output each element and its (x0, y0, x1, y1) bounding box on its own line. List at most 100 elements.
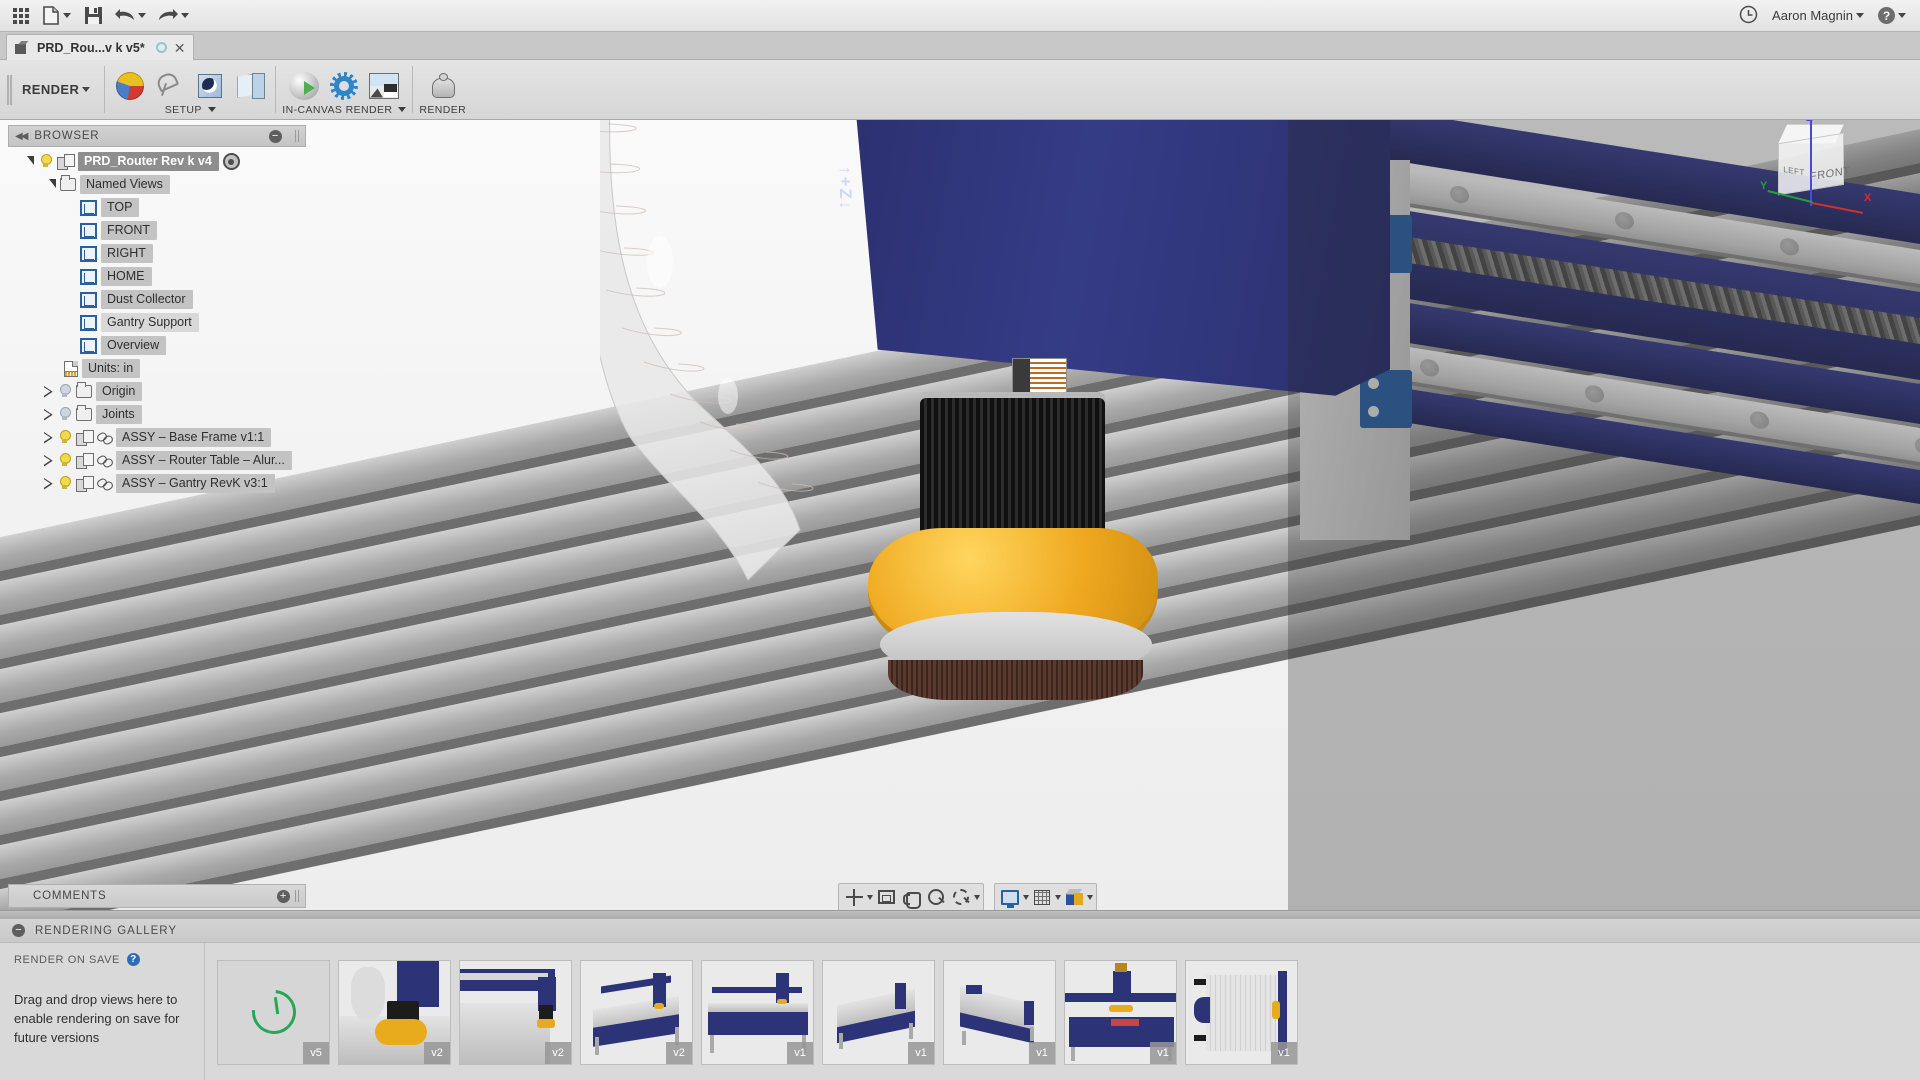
origin-label[interactable]: Origin (96, 382, 143, 401)
visibility-bulb-icon[interactable] (57, 407, 72, 422)
chevron-down-icon[interactable] (1087, 894, 1093, 900)
gallery-thumbnail[interactable]: v2 (338, 959, 451, 1065)
appearance-button[interactable] (111, 66, 149, 106)
named-view-label[interactable]: Overview (101, 336, 167, 355)
minimize-icon[interactable]: − (12, 924, 25, 937)
panel-resize-grip[interactable] (295, 890, 299, 902)
collapse-arrow-icon[interactable] (44, 386, 53, 398)
chevron-down-icon[interactable] (1055, 894, 1061, 900)
tree-component-base-frame[interactable]: ASSY – Base Frame v1:1 (8, 426, 306, 449)
named-view-label[interactable]: RIGHT (101, 244, 153, 263)
render-settings-button[interactable] (325, 66, 363, 106)
collapse-arrow-icon[interactable] (44, 432, 53, 444)
named-view-label[interactable]: Dust Collector (101, 290, 193, 309)
named-views-label[interactable]: Named Views (80, 175, 170, 194)
tree-component-gantry[interactable]: ASSY – Gantry RevK v3:1 (8, 472, 306, 495)
collapse-arrow-icon[interactable] (44, 455, 53, 467)
collapse-arrow-icon[interactable] (44, 478, 53, 490)
texture-map-controls-button[interactable] (231, 66, 269, 106)
undo-button[interactable] (110, 2, 151, 30)
units-label[interactable]: Units: in (82, 359, 141, 378)
named-view-label[interactable]: TOP (101, 198, 140, 217)
panel-resize-grip[interactable] (295, 130, 299, 142)
capture-image-button[interactable] (365, 66, 403, 106)
help-menu[interactable]: ? (1878, 7, 1906, 24)
user-menu[interactable]: Aaron Magnin (1772, 8, 1864, 23)
gallery-thumbnail[interactable]: v2 (580, 959, 693, 1065)
chevron-down-icon[interactable] (867, 894, 873, 900)
help-icon[interactable]: ? (127, 953, 140, 966)
tree-view-right[interactable]: RIGHT (8, 242, 306, 265)
comments-panel-header[interactable]: COMMENTS + (8, 884, 306, 908)
orbit-button[interactable] (842, 885, 866, 909)
apps-grid-button[interactable] (6, 2, 36, 30)
active-document-icon[interactable] (222, 153, 240, 170)
visibility-bulb-icon[interactable] (57, 384, 72, 399)
component-label[interactable]: ASSY – Router Table – Alur... (116, 451, 292, 470)
save-button[interactable] (78, 2, 108, 30)
viewports-button[interactable] (1062, 885, 1086, 909)
in-canvas-render-button[interactable] (285, 66, 323, 106)
tree-component-router-table[interactable]: ASSY – Router Table – Alur... (8, 449, 306, 472)
look-at-button[interactable] (874, 885, 898, 909)
ribbon-group-label-setup[interactable]: SETUP (165, 104, 216, 116)
grid-and-snaps-button[interactable] (1030, 885, 1054, 909)
recent-activity-button[interactable] (1739, 5, 1758, 27)
gallery-thumbnail[interactable]: v1 (943, 959, 1056, 1065)
tree-view-front[interactable]: FRONT (8, 219, 306, 242)
chevron-down-icon[interactable] (974, 894, 980, 900)
tree-view-overview[interactable]: Overview (8, 334, 306, 357)
visibility-bulb-icon[interactable] (57, 476, 72, 491)
tree-joints-node[interactable]: Joints (8, 403, 306, 426)
tree-root-label[interactable]: PRD_Router Rev k v4 (78, 152, 219, 171)
gallery-thumbnail[interactable]: v2 (459, 959, 572, 1065)
visibility-bulb-icon[interactable] (38, 154, 53, 169)
minimize-icon[interactable]: − (269, 129, 282, 143)
close-icon[interactable]: ✕ (174, 41, 186, 55)
scene-settings-button[interactable] (151, 66, 189, 106)
zoom-window-button[interactable] (949, 885, 973, 909)
decal-button[interactable] (191, 66, 229, 106)
add-comment-icon[interactable]: + (277, 889, 290, 903)
visibility-bulb-icon[interactable] (57, 453, 72, 468)
tree-units-node[interactable]: Units: in (8, 357, 306, 380)
joints-label[interactable]: Joints (96, 405, 142, 424)
workspace-switcher[interactable]: RENDER (16, 60, 104, 119)
tree-view-dust-collector[interactable]: Dust Collector (8, 288, 306, 311)
gallery-thumbnail[interactable]: v1 (1185, 959, 1298, 1065)
view-cube[interactable]: FRONT LEFT X Y Z (1758, 120, 1871, 240)
component-label[interactable]: ASSY – Base Frame v1:1 (116, 428, 272, 447)
tree-origin-node[interactable]: Origin (8, 380, 306, 403)
chevron-down-icon[interactable] (1023, 894, 1029, 900)
tree-view-top[interactable]: TOP (8, 196, 306, 219)
gallery-thumbnail-pending[interactable]: v5 (217, 959, 330, 1065)
named-view-label[interactable]: FRONT (101, 221, 158, 240)
gallery-thumbnail[interactable]: v1 (822, 959, 935, 1065)
new-file-button[interactable] (38, 2, 76, 30)
named-view-label[interactable]: Gantry Support (101, 313, 199, 332)
redo-button[interactable] (153, 2, 194, 30)
gallery-thumbnail[interactable]: v1 (701, 959, 814, 1065)
collapse-arrow-icon[interactable] (44, 409, 53, 421)
collapse-left-icon[interactable]: ◀◀ (15, 131, 28, 142)
pan-button[interactable] (899, 885, 923, 909)
expand-arrow-icon[interactable] (49, 178, 56, 188)
tree-root-node[interactable]: PRD_Router Rev k v4 (8, 150, 306, 173)
tree-view-home[interactable]: HOME (8, 265, 306, 288)
sync-circle-icon[interactable] (155, 42, 167, 53)
document-tab[interactable]: PRD_Rou...v k v5* ✕ (6, 34, 195, 60)
expand-arrow-icon[interactable] (27, 155, 34, 165)
ribbon-group-label-render[interactable]: RENDER (419, 104, 466, 116)
render-button[interactable] (424, 66, 462, 106)
tree-named-views-node[interactable]: Named Views (8, 173, 306, 196)
component-label[interactable]: ASSY – Gantry RevK v3:1 (116, 474, 275, 493)
named-view-label[interactable]: HOME (101, 267, 152, 286)
tree-view-gantry-support[interactable]: Gantry Support (8, 311, 306, 334)
teapot-icon (427, 72, 459, 100)
ribbon-drag-handle[interactable] (0, 60, 16, 119)
gallery-thumbnail[interactable]: v1 (1064, 959, 1177, 1065)
zoom-button[interactable] (924, 885, 948, 909)
display-settings-button[interactable] (998, 885, 1022, 909)
ribbon-group-label-in-canvas-render[interactable]: IN-CANVAS RENDER (282, 104, 407, 116)
visibility-bulb-icon[interactable] (57, 430, 72, 445)
